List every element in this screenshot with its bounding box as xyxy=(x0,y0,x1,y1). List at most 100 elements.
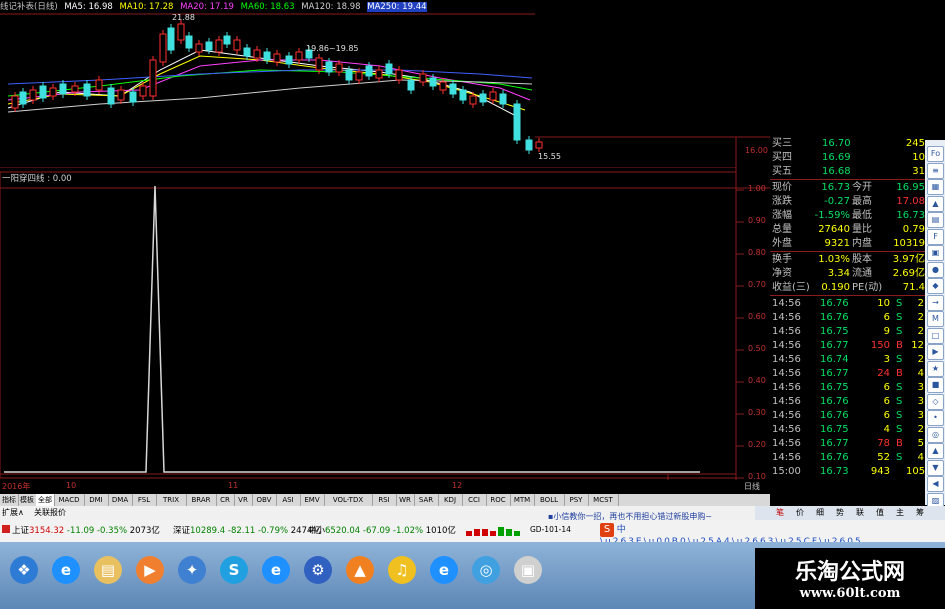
tick-row[interactable]: 15:00 16.73 943 105 xyxy=(770,465,925,479)
tick-row[interactable]: 14:56 16.74 3 S 2 xyxy=(770,353,925,367)
indicator-tab[interactable]: VOL-TDX xyxy=(324,494,373,506)
tick-row[interactable]: 14:56 16.76 10 S 2 xyxy=(770,297,925,311)
tools-icon[interactable]: ⚙ xyxy=(304,556,332,584)
vlc-icon[interactable]: ▲ xyxy=(346,556,374,584)
tick-row[interactable]: 14:56 16.75 4 S 2 xyxy=(770,423,925,437)
side-tool-button[interactable]: ▶ xyxy=(927,344,944,360)
quote-tab[interactable]: 势 xyxy=(831,506,849,520)
stat-row[interactable]: 涨跌 -0.27 最高 17.08 xyxy=(770,195,925,209)
indicator-chart[interactable]: 一阳穿四线 : 0.00 1.00 0.90 0.80 0.70 0.60 0.50 0.4… xyxy=(0,168,770,491)
indicator-tab[interactable]: 模板 xyxy=(18,494,37,506)
tick-row[interactable]: 14:56 16.75 9 S 2 xyxy=(770,325,925,339)
indicator-tab[interactable]: EMV xyxy=(300,494,325,506)
ie-icon[interactable]: e xyxy=(52,556,80,584)
indicator-tab[interactable]: PSY xyxy=(564,494,589,506)
indicator-tab[interactable]: BRAR xyxy=(186,494,217,506)
indicator-tab[interactable]: RSI xyxy=(372,494,397,506)
start-orb-icon[interactable]: ❖ xyxy=(10,556,38,584)
tick-row[interactable]: 14:56 16.76 6 S 3 xyxy=(770,395,925,409)
skype-icon[interactable]: S xyxy=(220,556,248,584)
side-tool-button[interactable]: ▤ xyxy=(927,212,944,228)
quote-tab[interactable]: 联 xyxy=(851,506,869,520)
side-tool-button[interactable]: ≡ xyxy=(927,162,944,179)
tick-row[interactable]: 14:56 16.76 6 S 3 xyxy=(770,409,925,423)
extend-button[interactable]: 扩展∧ xyxy=(2,507,24,518)
related-quote-button[interactable]: 关联报价 xyxy=(34,507,66,518)
browser-icon[interactable]: ◎ xyxy=(472,556,500,584)
zx-index[interactable]: 中小6520.04 -67.09 -1.02% 1010亿 xyxy=(308,524,456,536)
indicator-tab[interactable]: FSL xyxy=(132,494,157,506)
side-tool-button[interactable]: ▣ xyxy=(927,245,944,261)
indicator-tab[interactable]: OBV xyxy=(252,494,277,506)
quote-tab[interactable]: 价 xyxy=(791,506,809,520)
indicator-tab[interactable]: SAR xyxy=(414,494,439,506)
tick-row[interactable]: 14:56 16.77 24 B 4 xyxy=(770,367,925,381)
bid-row[interactable]: 买三 16.70 245 xyxy=(770,137,925,151)
tick-row[interactable]: 14:56 16.77 150 B 12 xyxy=(770,339,925,353)
stock-app-icon[interactable]: ▣ xyxy=(514,556,542,584)
tick-row[interactable]: 14:56 16.76 6 S 2 xyxy=(770,311,925,325)
explorer-icon[interactable]: ▤ xyxy=(94,556,122,584)
side-tool-button[interactable]: ▦ xyxy=(927,179,944,195)
indicator-tab[interactable]: VR xyxy=(234,494,253,506)
network-icon[interactable]: ✦ xyxy=(178,556,206,584)
indicator-tab[interactable]: DMI xyxy=(84,494,109,506)
stat-row[interactable]: 换手 1.03% 股本 3.97亿 xyxy=(770,253,925,267)
tick-row[interactable]: 14:56 16.75 6 S 3 xyxy=(770,381,925,395)
side-tool-button[interactable]: Fo xyxy=(927,146,944,162)
quote-tab[interactable]: 主 xyxy=(891,506,909,520)
indicator-tab[interactable]: KDJ xyxy=(438,494,463,506)
side-tool-button[interactable]: M xyxy=(927,311,944,327)
ie-icon[interactable]: e xyxy=(262,556,290,584)
side-tool-button[interactable]: F xyxy=(927,228,944,245)
quote-tab[interactable]: 筹 xyxy=(911,506,929,520)
stat-row[interactable]: 现价 16.73 今开 16.95 xyxy=(770,181,925,195)
indicator-tab[interactable]: CCI xyxy=(462,494,487,506)
side-tool-button[interactable]: ■ xyxy=(927,377,944,393)
side-tool-button[interactable]: ▲ xyxy=(927,443,944,459)
side-tool-button[interactable]: ◇ xyxy=(927,393,944,410)
quote-tab[interactable]: 笔 xyxy=(771,506,789,520)
kline-chart[interactable]: 线记补表(日线) MA5: 16.98 MA10: 17.28 MA20: 17… xyxy=(0,0,770,168)
news-ticker[interactable]: ▪小信教你一招，再也不用担心错过新股申购~ xyxy=(548,511,712,522)
side-tool-button[interactable]: ● xyxy=(927,261,944,278)
bid-row[interactable]: 买四 16.69 10 xyxy=(770,151,925,165)
sh-index[interactable]: 上证3154.32 -11.09 -0.35% 2073亿 xyxy=(12,524,160,536)
stat-row[interactable]: 涨幅 -1.59% 最低 16.73 xyxy=(770,209,925,223)
sz-index[interactable]: 深证10289.4 -82.11 -0.79% 2474亿 xyxy=(173,524,321,536)
bid-row[interactable]: 买五 16.68 31 xyxy=(770,165,925,179)
quote-tab[interactable]: 值 xyxy=(871,506,889,520)
tick-row[interactable]: 14:56 16.77 78 B 5 xyxy=(770,437,925,451)
ie-icon[interactable]: e xyxy=(430,556,458,584)
indicator-tab[interactable]: MCST xyxy=(588,494,619,506)
stat-row[interactable]: 外盘 9321 内盘 10319 xyxy=(770,237,925,251)
indicator-tab[interactable]: ASI xyxy=(276,494,301,506)
indicator-tab[interactable]: CR xyxy=(216,494,235,506)
period-label[interactable]: 日线 xyxy=(744,481,760,492)
indicator-tab[interactable]: MTM xyxy=(510,494,535,506)
stat-row[interactable]: 总量 27640 量比 0.79 xyxy=(770,223,925,237)
indicator-tab[interactable]: 指标 xyxy=(0,494,19,506)
input-method-bar[interactable]: S 中\u263E\u00B0\u25A4\u2663\u25CF\u2605 xyxy=(600,522,861,547)
indicator-tab[interactable]: WR xyxy=(396,494,415,506)
side-tool-button[interactable]: ◎ xyxy=(927,426,944,443)
media-player-icon[interactable]: ▶ xyxy=(136,556,164,584)
indicator-tab[interactable]: MACD xyxy=(54,494,85,506)
indicator-tab[interactable]: DMA xyxy=(108,494,133,506)
side-tool-button[interactable]: ▲ xyxy=(927,195,944,212)
music-icon[interactable]: ♫ xyxy=(388,556,416,584)
indicator-tab[interactable]: TRIX xyxy=(156,494,187,506)
side-tool-button[interactable]: ★ xyxy=(927,360,944,377)
side-tool-button[interactable]: • xyxy=(927,410,944,426)
side-tool-button[interactable]: □ xyxy=(927,327,944,344)
side-tool-button[interactable]: ◀ xyxy=(927,476,944,492)
side-tool-button[interactable]: ◆ xyxy=(927,278,944,294)
quote-tab[interactable]: 细 xyxy=(811,506,829,520)
stat-row[interactable]: 净资 3.34 流通 2.69亿 xyxy=(770,267,925,281)
indicator-tab[interactable]: 全部 xyxy=(36,494,55,506)
indicator-tab[interactable]: ROC xyxy=(486,494,511,506)
stat-row[interactable]: 收益(三) 0.190 PE(动) 71.4 xyxy=(770,281,925,295)
indicator-tab[interactable]: BOLL xyxy=(534,494,565,506)
side-tool-button[interactable]: ▼ xyxy=(927,459,944,476)
tick-row[interactable]: 14:56 16.76 52 S 4 xyxy=(770,451,925,465)
